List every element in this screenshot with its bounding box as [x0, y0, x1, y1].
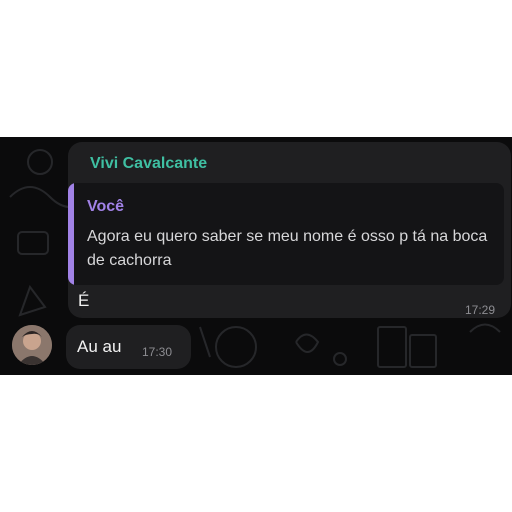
message-text: É — [78, 291, 90, 310]
message-sender-name[interactable]: Vivi Cavalcante — [90, 155, 207, 173]
reply-quote-text: Agora eu quero saber se meu nome é osso … — [87, 228, 488, 269]
message-timestamp: 17:29 — [464, 303, 495, 317]
chat-view[interactable]: Vivi Cavalcante Você Agora eu quero sabe… — [0, 137, 512, 375]
avatar[interactable] — [12, 325, 52, 365]
reply-quote[interactable]: Você Agora eu quero saber se meu nome é … — [68, 183, 504, 285]
message-text: Au au — [77, 337, 122, 356]
reply-quote-author: Você — [87, 198, 125, 215]
avatar-photo-icon — [12, 325, 52, 365]
message-bubble-received[interactable]: Vivi Cavalcante Você Agora eu quero sabe… — [68, 142, 511, 318]
message-timestamp: 17:30 — [142, 345, 173, 359]
reply-quote-accent-bar — [68, 183, 74, 285]
message-bubble-received[interactable]: Au au 17:30 — [66, 325, 191, 369]
